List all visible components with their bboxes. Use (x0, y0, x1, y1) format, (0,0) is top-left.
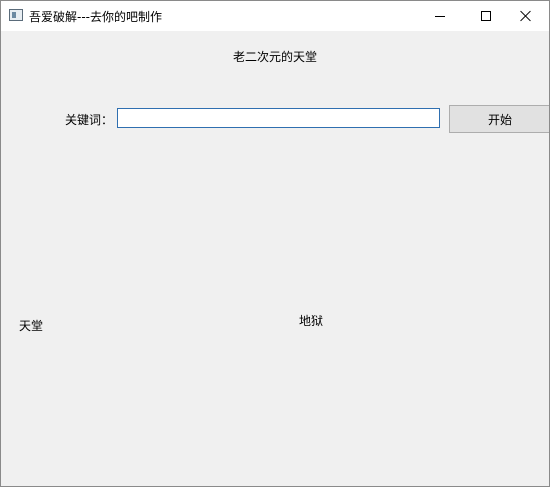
start-button[interactable]: 开始 (449, 105, 549, 133)
keyword-input[interactable] (117, 108, 440, 128)
window-title: 吾爱破解---去你的吧制作 (29, 10, 162, 24)
header-label: 老二次元的天堂 (232, 50, 317, 64)
hell-label: 地狱 (299, 314, 324, 328)
close-icon (520, 10, 532, 22)
app-icon (9, 9, 23, 21)
title-bar[interactable]: 吾爱破解---去你的吧制作 (1, 1, 549, 31)
maximize-icon (481, 11, 491, 21)
minimize-icon (435, 15, 445, 17)
app-window: 吾爱破解---去你的吧制作 老二次元的天堂 关键词： 开始 天堂 地狱 (0, 0, 550, 487)
heaven-label: 天堂 (19, 319, 44, 333)
minimize-button[interactable] (417, 1, 463, 31)
close-button[interactable] (503, 1, 549, 31)
keyword-label: 关键词： (65, 113, 114, 127)
